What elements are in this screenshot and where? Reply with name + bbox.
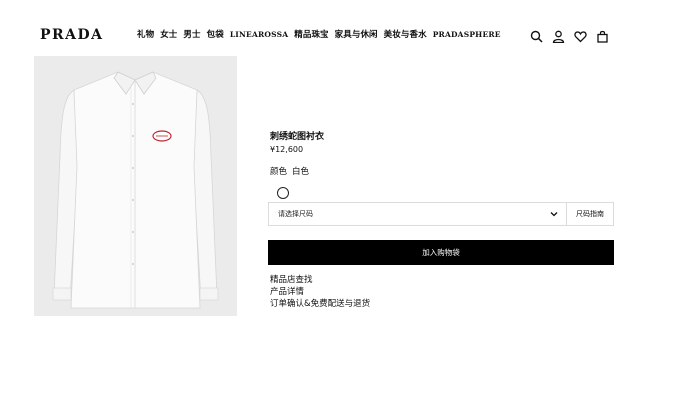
nav-item-pradasphere[interactable]: PRADASPHERE [433,29,501,41]
size-guide-link[interactable]: 尺码指南 [567,203,615,225]
header-icons [530,30,609,43]
product-details-link[interactable]: 产品详情 [270,286,370,298]
nav-item-men[interactable]: 男士 [183,29,200,41]
color-value: 白色 [292,167,310,177]
nav-item-jewelry[interactable]: 精品珠宝 [294,29,328,41]
store-locator-link[interactable]: 精品店查找 [270,274,370,286]
search-icon[interactable] [530,30,543,43]
main-nav: 礼物 女士 男士 包袋 LINEAROSSA 精品珠宝 家具与休闲 美妆与香水 … [137,29,501,41]
nav-item-linearossa[interactable]: LINEAROSSA [230,29,288,41]
size-placeholder: 请选择尺码 [278,210,313,218]
color-row: 颜色 白色 [270,167,309,178]
nav-item-gifts[interactable]: 礼物 [137,29,154,41]
chevron-down-icon [550,212,558,217]
size-selector: 请选择尺码 尺码指南 [268,202,614,226]
size-dropdown[interactable]: 请选择尺码 [269,203,567,225]
product-title: 刺绣蛇图衬衣 [270,132,325,142]
nav-item-home[interactable]: 家具与休闲 [335,29,378,41]
account-icon[interactable] [552,30,565,43]
nav-item-bags[interactable]: 包袋 [207,29,224,41]
white-shirt-illustration [34,56,237,316]
size-guide-label: 尺码指南 [576,210,604,218]
wishlist-icon[interactable] [574,30,587,43]
add-to-cart-button[interactable]: 加入购物袋 [268,240,614,265]
color-swatch-white[interactable] [277,187,289,199]
nav-item-women[interactable]: 女士 [160,29,177,41]
site-header: PRADA 礼物 女士 男士 包袋 LINEAROSSA 精品珠宝 家具与休闲 … [0,0,700,56]
prada-logo[interactable]: PRADA [40,27,104,43]
bag-icon[interactable] [596,30,609,43]
color-label: 颜色 [270,167,288,177]
product-image[interactable] [34,56,237,316]
nav-item-beauty[interactable]: 美妆与香水 [384,29,427,41]
shipping-returns-link[interactable]: 订单确认&免费配送与退货 [270,298,370,310]
product-price: ¥12,600 [270,145,304,154]
info-links: 精品店查找 产品详情 订单确认&免费配送与退货 [270,274,370,310]
